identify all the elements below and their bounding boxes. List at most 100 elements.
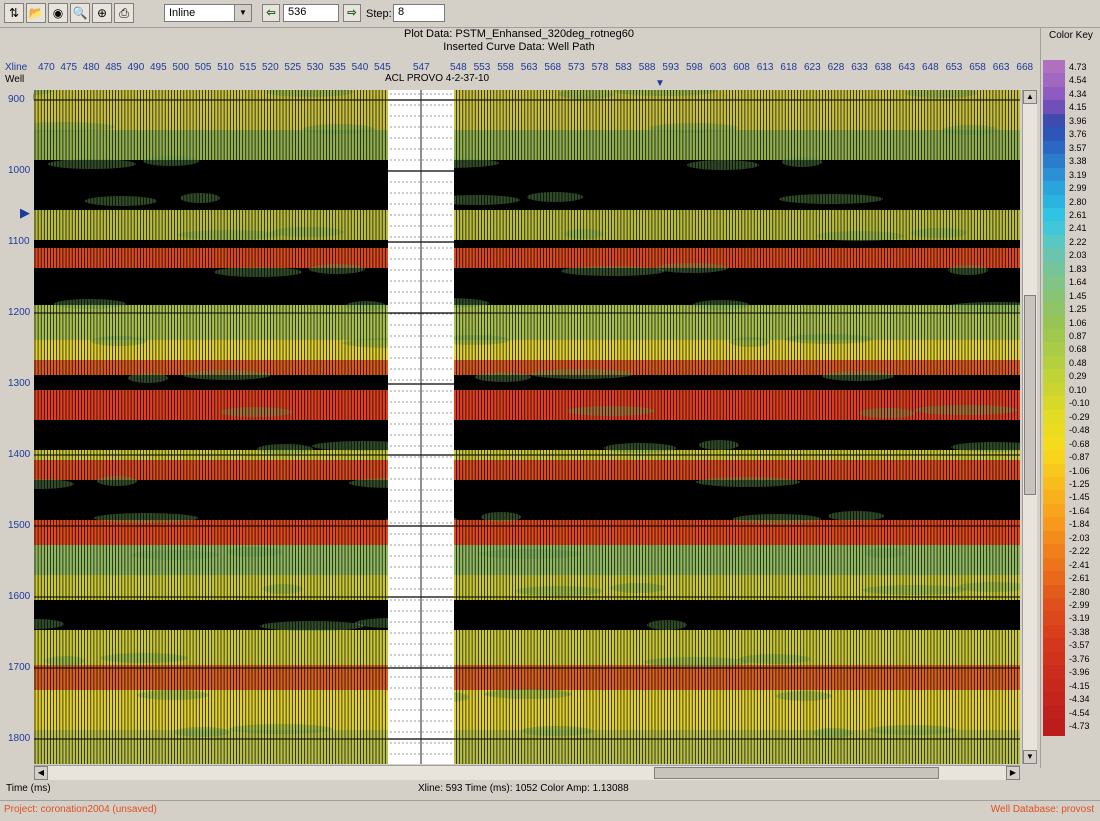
time-tick-label: 900	[8, 94, 25, 105]
color-key-value: -2.22	[1069, 546, 1090, 557]
color-key-value: -4.73	[1069, 721, 1090, 732]
xline-tick-label: 485	[105, 62, 122, 73]
color-key-value: -1.25	[1069, 478, 1090, 489]
scroll-right-button[interactable]: ▶	[1006, 766, 1020, 780]
zoom-icon[interactable]: 🔍	[70, 3, 90, 23]
xline-tick-label: 540	[351, 62, 369, 73]
color-key-value: -1.45	[1069, 492, 1090, 503]
scroll-up-button[interactable]: ▲	[1023, 90, 1037, 104]
color-key-value: 0.29	[1069, 371, 1087, 382]
color-key-value: 2.03	[1069, 250, 1087, 261]
open-folder-icon[interactable]: 📂	[26, 3, 46, 23]
xline-tick-label: 515	[239, 62, 257, 73]
xline-tick-label: 490	[127, 62, 145, 73]
horizontal-scroll-thumb[interactable]	[654, 767, 939, 779]
color-key-value: 1.83	[1069, 263, 1087, 274]
xline-tick-label: 500	[172, 62, 190, 73]
view-eye-icon[interactable]: ◉	[48, 3, 68, 23]
time-tick-label: 1400	[8, 449, 31, 460]
color-key: Color Key 4.73 4.54 4.34 4.15 3.96 3.76 3.57 3.…	[1040, 28, 1100, 768]
color-key-value: 3.38	[1069, 156, 1087, 167]
vertical-scrollbar[interactable]: ▲ ▼	[1022, 90, 1037, 764]
seismic-canvas[interactable]	[34, 90, 1020, 764]
xline-tick-label: 583	[615, 62, 632, 73]
print-icon[interactable]: ⎙	[114, 3, 134, 23]
color-key-value: 1.25	[1069, 304, 1087, 315]
color-key-value: -0.29	[1069, 411, 1090, 422]
color-key-value: 2.41	[1069, 223, 1087, 234]
color-key-value: -4.54	[1069, 707, 1090, 718]
color-key-value: -0.48	[1069, 425, 1090, 436]
xline-tick-label: 520	[262, 62, 279, 73]
color-key-value: 3.76	[1069, 129, 1087, 140]
import-icon[interactable]: ⇅	[4, 3, 24, 23]
time-axis: 900 1000 1100 1200 1300 1400 1500 1600 1700 1800 …	[0, 90, 33, 764]
xline-axis-label: Xline	[5, 62, 28, 73]
color-key-value: 1.64	[1069, 277, 1087, 288]
xline-tick-label: 598	[686, 62, 703, 73]
xline-tick-label: 668	[1016, 62, 1034, 73]
step-input[interactable]: 8	[393, 4, 445, 22]
xline-tick-label: 545	[374, 62, 391, 73]
time-tick-label: 1600	[8, 591, 31, 602]
color-key-value: -0.10	[1069, 398, 1090, 409]
color-key-value: -3.76	[1069, 653, 1090, 664]
status-row: Time (ms) Xline: 593 Time (ms): 1052 Col…	[0, 781, 1100, 799]
color-key-value: -4.34	[1069, 694, 1090, 705]
horizontal-scrollbar[interactable]: ◀ ▶	[34, 765, 1020, 780]
plot-data-title: Plot Data: PSTM_Enhansed_320deg_rotneg60	[404, 28, 634, 40]
color-key-value: 1.45	[1069, 290, 1087, 301]
color-key-value: 4.54	[1069, 75, 1087, 86]
xline-tick-label: 658	[969, 62, 986, 73]
color-key-value: -2.99	[1069, 600, 1090, 610]
color-key-value: 2.99	[1069, 183, 1087, 194]
xline-tick-label: 623	[804, 62, 821, 73]
xline-tick-label: 578	[591, 62, 609, 73]
xline-tick-label: 547	[413, 62, 430, 73]
xline-tick-label: 628	[827, 62, 845, 73]
xline-tick-label: 593	[662, 62, 680, 73]
color-key-title: Color Key	[1049, 30, 1093, 41]
well-database-status: Well Database: provost	[990, 804, 1094, 815]
xline-tick-label: 510	[217, 62, 234, 73]
seismic-section[interactable]	[34, 90, 1020, 764]
color-key-value: 0.48	[1069, 357, 1087, 368]
xline-tick-label: 568	[544, 62, 562, 73]
previous-button[interactable]: ⇦	[262, 4, 280, 22]
time-tick-label: 1100	[8, 236, 30, 247]
time-tick-label: 1000	[8, 165, 31, 176]
xline-tick-label: 505	[194, 62, 212, 73]
zoom-area-icon[interactable]: ⊕	[92, 3, 112, 23]
xline-tick-label: 588	[638, 62, 656, 73]
xline-tick-label: 573	[568, 62, 585, 73]
xline-tick-label: 563	[520, 62, 538, 73]
xline-tick-label: 495	[150, 62, 167, 73]
vertical-scroll-thumb[interactable]	[1024, 295, 1036, 495]
color-key-value: -2.80	[1069, 586, 1090, 597]
xline-tick-label: 653	[945, 62, 963, 73]
color-key-value: -3.19	[1069, 613, 1090, 624]
color-key-value: 0.10	[1069, 384, 1087, 395]
chevron-down-icon[interactable]: ▼	[234, 5, 251, 21]
color-key-value: 3.96	[1069, 115, 1087, 126]
color-key-value: 4.34	[1069, 88, 1087, 99]
color-key-value: -3.96	[1069, 667, 1090, 678]
xline-tick-label: 480	[82, 62, 100, 73]
xline-tick-label: 638	[874, 62, 892, 73]
color-key-value: 2.61	[1069, 209, 1087, 220]
color-key-value: -2.03	[1069, 532, 1090, 543]
color-key-value: 4.73	[1069, 62, 1087, 72]
time-tick-label: 1700	[8, 662, 31, 673]
scroll-down-button[interactable]: ▼	[1023, 750, 1037, 764]
time-tick-label: 1300	[8, 378, 31, 389]
cursor-readout: Xline: 593 Time (ms): 1052 Color Amp: 1.…	[418, 783, 629, 794]
current-time-marker: ▶	[20, 205, 30, 220]
scroll-left-button[interactable]: ◀	[34, 766, 48, 780]
view-select[interactable]: Inline ▼	[164, 4, 252, 22]
color-key-value: -1.06	[1069, 465, 1090, 476]
current-line-input[interactable]: 536	[283, 4, 339, 22]
xline-tick-label: 633	[851, 62, 868, 73]
next-button[interactable]: ⇨	[343, 4, 361, 22]
color-key-value: 2.22	[1069, 236, 1087, 247]
color-key-value: -4.15	[1069, 680, 1090, 691]
